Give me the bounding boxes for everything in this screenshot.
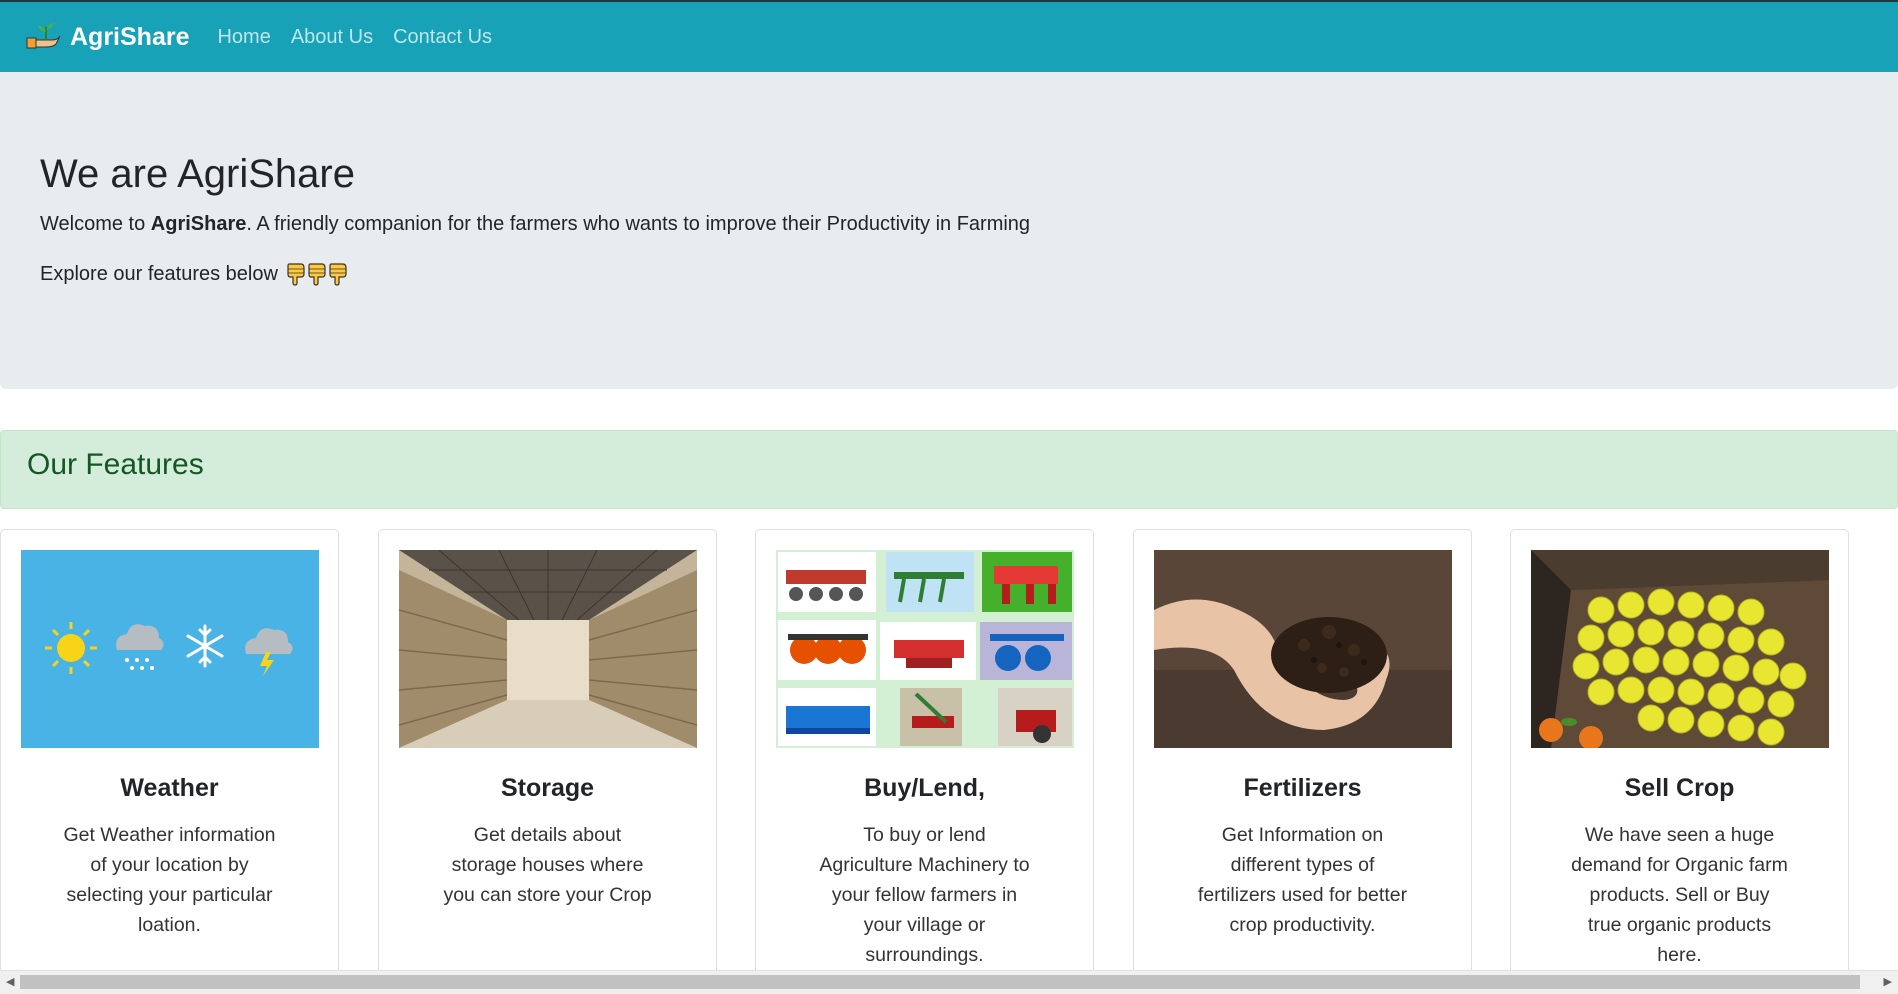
card-text: Get details about storage houses where y… — [443, 824, 652, 906]
hero-title: We are AgriShare — [40, 152, 355, 196]
card-title: Buy/Lend, — [864, 774, 985, 802]
card-text: Get Weather information of your location… — [63, 824, 276, 936]
feature-card-buy-lend[interactable]: Buy/Lend, To buy or lend Agriculture Mac… — [755, 529, 1094, 979]
nav-link-contact-us[interactable]: Contact Us — [393, 26, 492, 49]
nav-links: Home About Us Contact Us — [217, 26, 512, 49]
horizontal-scrollbar[interactable]: ◀ ▶ — [0, 970, 1898, 994]
hero-section: We are AgriShare Welcome to AgriShare. A… — [0, 72, 1898, 389]
card-text: We have seen a huge demand for Organic f… — [1571, 824, 1788, 966]
features-banner: Our Features — [0, 430, 1898, 509]
pointing-down-hand-icon — [308, 263, 326, 286]
feature-card-sell-crop[interactable]: Sell Crop We have seen a huge demand for… — [1510, 529, 1849, 979]
scroll-left-icon[interactable]: ◀ — [6, 975, 14, 988]
hero-lead-brand: AgriShare — [150, 213, 247, 235]
hero-lead-suffix: . A friendly companion for the farmers w… — [246, 213, 1031, 235]
card-title: Storage — [500, 774, 595, 802]
storage-warehouse-image — [399, 550, 697, 748]
pointing-down-hand-icon — [329, 263, 347, 286]
pointing-hands — [286, 262, 349, 286]
card-title: Fertilizers — [1243, 774, 1362, 802]
hero-lead: Welcome to AgriShare. A friendly compani… — [40, 213, 1030, 236]
machinery-collage-image — [776, 550, 1074, 748]
scrollbar-thumb[interactable] — [20, 975, 1860, 989]
card-text: To buy or lend Agriculture Machinery to … — [819, 824, 1030, 966]
features-heading: Our Features — [27, 448, 204, 481]
card-title: Weather — [120, 774, 219, 802]
hero-lead-prefix: Welcome to — [40, 213, 151, 235]
brand[interactable]: AgriShare — [26, 22, 189, 52]
farmer-hand-plant-icon — [26, 23, 61, 49]
feature-card-fertilizers[interactable]: Fertilizers Get Information on different… — [1133, 529, 1472, 979]
pointing-down-hand-icon — [287, 263, 305, 286]
hero-explore: Explore our features below — [40, 262, 349, 286]
feature-card-storage[interactable]: Storage Get details about storage houses… — [378, 529, 717, 979]
brand-name: AgriShare — [70, 22, 190, 51]
weather-image — [21, 550, 319, 748]
card-text: Get Information on different types of fe… — [1197, 824, 1408, 936]
lemon-crate-image — [1531, 550, 1829, 748]
explore-text: Explore our features below — [40, 262, 278, 285]
card-title: Sell Crop — [1624, 774, 1735, 802]
feature-card-weather[interactable]: Weather Get Weather information of your … — [0, 529, 339, 979]
fertilizer-soil-image — [1154, 550, 1452, 748]
nav-link-about-us[interactable]: About Us — [291, 26, 373, 49]
nav-link-home[interactable]: Home — [217, 26, 270, 49]
navbar: AgriShare Home About Us Contact Us — [0, 0, 1898, 72]
scroll-right-icon[interactable]: ▶ — [1884, 975, 1892, 988]
